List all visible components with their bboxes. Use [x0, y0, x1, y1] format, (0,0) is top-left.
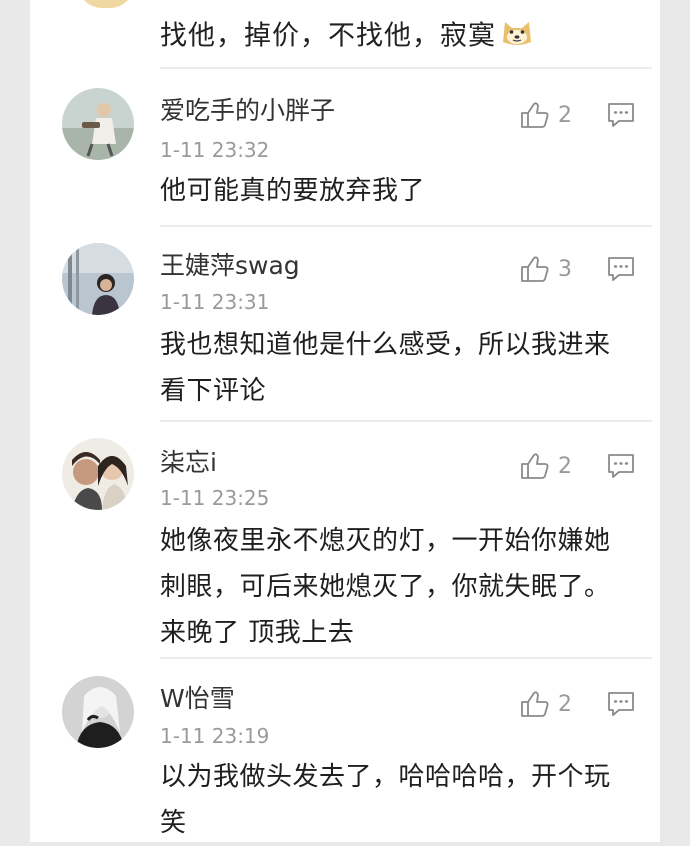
reply-button[interactable] [606, 254, 636, 284]
timestamp: 1-11 23:32 [160, 138, 270, 162]
comment-icon [606, 257, 636, 288]
timestamp: 1-11 23:31 [160, 290, 270, 314]
like-button[interactable]: 2 [520, 99, 590, 131]
thumbs-up-icon [520, 101, 550, 129]
divider [160, 657, 652, 659]
timestamp: 1-11 23:25 [160, 486, 270, 510]
username[interactable]: 柒忘i [160, 448, 217, 478]
reply-button[interactable] [606, 100, 636, 130]
avatar[interactable] [62, 438, 134, 510]
divider [160, 67, 652, 69]
timestamp: 1-11 23:19 [160, 724, 270, 748]
avatar[interactable] [62, 676, 134, 748]
comment-text: 她像夜里永不熄灭的灯，一开始你嫌她刺眼，可后来她熄灭了，你就失眠了。 来晚了 顶… [160, 526, 611, 648]
username[interactable]: 王婕萍swag [160, 251, 300, 281]
reply-button[interactable] [606, 689, 636, 719]
comment-text: 他可能真的要放弃我了 [160, 176, 426, 206]
comment-text-content: 找他，掉价，不找他，寂寞 [160, 20, 496, 52]
comment-text: 以为我做头发去了，哈哈哈哈，开个玩笑 [160, 762, 611, 838]
comment-text: 找他，掉价，不找他，寂寞 [160, 16, 534, 58]
like-count: 2 [558, 691, 572, 717]
comment-icon [606, 454, 636, 485]
comment-icon [606, 103, 636, 134]
divider [160, 420, 652, 422]
divider [160, 225, 652, 227]
comment-text: 我也想知道他是什么感受，所以我进来看下评论 [160, 330, 611, 406]
like-count: 3 [558, 256, 572, 282]
like-button[interactable]: 3 [520, 253, 590, 285]
avatar[interactable] [62, 88, 134, 160]
doge-emoji-icon [500, 16, 534, 58]
thumbs-up-icon [520, 452, 550, 480]
like-button[interactable]: 2 [520, 450, 590, 482]
avatar[interactable] [62, 243, 134, 315]
like-count: 2 [558, 102, 572, 128]
like-button[interactable]: 2 [520, 688, 590, 720]
thumbs-up-icon [520, 255, 550, 283]
username[interactable]: 爱吃手的小胖子 [160, 96, 335, 126]
reply-button[interactable] [606, 451, 636, 481]
username[interactable]: W怡雪 [160, 684, 235, 714]
comment-icon [606, 692, 636, 723]
thumbs-up-icon [520, 690, 550, 718]
like-count: 2 [558, 453, 572, 479]
